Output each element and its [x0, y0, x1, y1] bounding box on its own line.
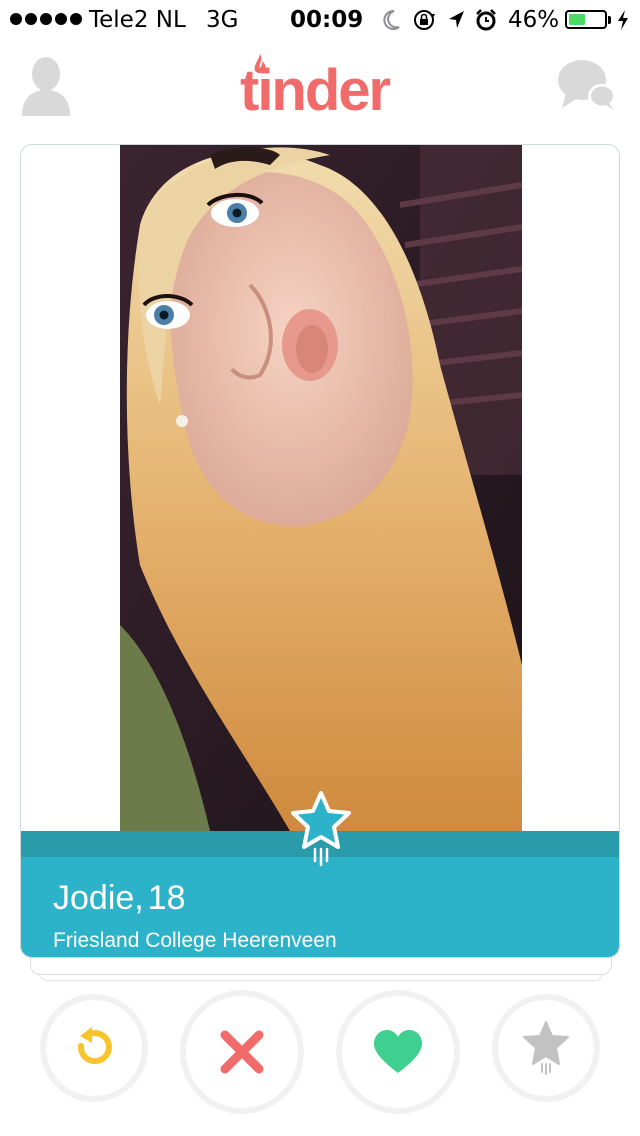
- like-button[interactable]: [336, 990, 460, 1114]
- profile-name-age: Jodie, 18: [53, 879, 186, 918]
- profile-photo[interactable]: [120, 145, 522, 831]
- profile-info-panel[interactable]: Jodie, 18 Friesland College Heerenveen: [21, 857, 619, 957]
- superlike-star-icon: [291, 791, 351, 867]
- location-arrow-icon: [449, 11, 464, 28]
- profile-icon[interactable]: [20, 56, 72, 118]
- charging-bolt-icon: [618, 10, 628, 30]
- logo-text: tinder: [240, 58, 391, 120]
- top-nav: tinder: [0, 44, 640, 140]
- rotation-lock-icon: [414, 10, 435, 30]
- rewind-button[interactable]: [40, 994, 148, 1102]
- battery-percent: 46%: [508, 7, 560, 33]
- rewind-icon: [77, 1027, 112, 1065]
- tinder-logo: tinder: [240, 54, 393, 120]
- close-x-icon: [220, 1030, 264, 1074]
- profile-name: Jodie,: [53, 879, 144, 917]
- messages-icon[interactable]: [556, 58, 620, 116]
- battery-tip: [608, 16, 611, 24]
- profile-photo-image: [120, 145, 522, 831]
- status-bar: Tele2 NL 3G 00:09 46%: [0, 0, 640, 40]
- star-icon: [523, 1021, 569, 1075]
- profile-card[interactable]: Jodie, 18 Friesland College Heerenveen: [20, 144, 620, 958]
- profile-school: Friesland College Heerenveen: [53, 929, 337, 952]
- dislike-button[interactable]: [180, 990, 304, 1114]
- card-stack-back-1: [30, 956, 612, 975]
- network-type: 3G: [206, 7, 239, 33]
- profile-age: 18: [147, 879, 186, 917]
- signal-dots-icon: [10, 13, 82, 25]
- moon-icon: [383, 9, 400, 30]
- battery-icon: [565, 10, 607, 29]
- heart-icon: [373, 1030, 423, 1073]
- carrier-name: Tele2 NL: [89, 7, 186, 33]
- clock: 00:09: [290, 7, 364, 33]
- alarm-icon: [476, 9, 496, 31]
- superlike-button[interactable]: [492, 994, 600, 1102]
